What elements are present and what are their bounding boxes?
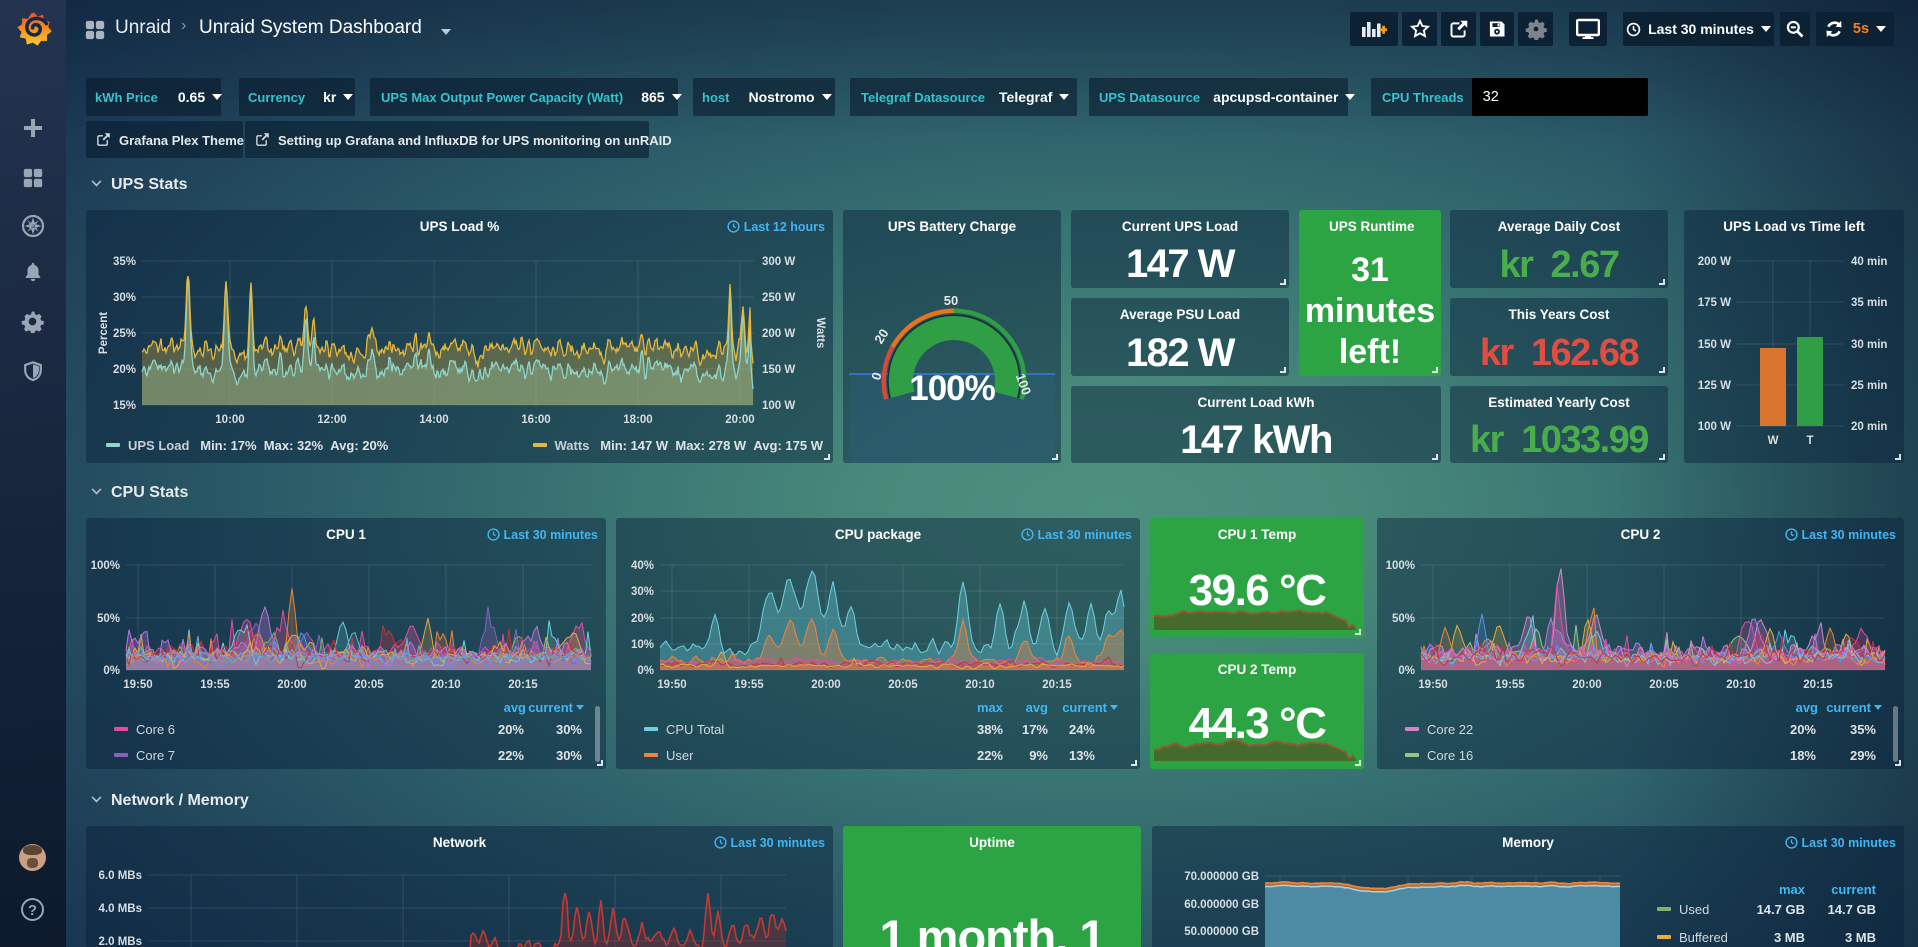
svg-text:15%: 15% — [113, 400, 136, 412]
svg-text:Watts: Watts — [814, 318, 826, 349]
svg-text:10:00: 10:00 — [215, 414, 244, 426]
svg-text:35%: 35% — [113, 256, 136, 268]
svg-text:300 W: 300 W — [762, 256, 795, 268]
svg-text:30%: 30% — [113, 292, 136, 304]
svg-text:40 min: 40 min — [1851, 256, 1887, 268]
svg-text:4.0 MBs: 4.0 MBs — [99, 903, 142, 915]
svg-text:20:15: 20:15 — [508, 679, 538, 691]
svg-text:12:00: 12:00 — [317, 414, 346, 426]
svg-text:100%: 100% — [1386, 560, 1415, 572]
svg-text:50%: 50% — [1392, 613, 1415, 625]
svg-text:10%: 10% — [631, 639, 654, 651]
svg-text:0%: 0% — [1398, 665, 1415, 677]
svg-text:20:00: 20:00 — [725, 414, 754, 426]
svg-text:35 min: 35 min — [1851, 297, 1887, 309]
svg-text:19:55: 19:55 — [200, 679, 230, 691]
svg-text:19:50: 19:50 — [1418, 679, 1447, 691]
svg-text:20:05: 20:05 — [354, 679, 384, 691]
svg-text:30%: 30% — [631, 586, 654, 598]
svg-text:200 W: 200 W — [1698, 256, 1731, 268]
svg-text:0%: 0% — [103, 665, 120, 677]
svg-text:175 W: 175 W — [1698, 297, 1731, 309]
svg-text:150 W: 150 W — [762, 364, 795, 376]
svg-text:20: 20 — [871, 326, 891, 346]
svg-text:40%: 40% — [631, 560, 654, 572]
svg-text:20:10: 20:10 — [965, 679, 994, 691]
svg-text:20:00: 20:00 — [811, 679, 840, 691]
svg-text:19:50: 19:50 — [123, 679, 152, 691]
svg-text:20%: 20% — [631, 613, 654, 625]
svg-text:W: W — [1768, 435, 1779, 447]
svg-text:2.0 MBs: 2.0 MBs — [99, 936, 142, 947]
svg-text:25%: 25% — [113, 328, 136, 340]
svg-text:20:05: 20:05 — [1649, 679, 1679, 691]
svg-text:50.000000 GB: 50.000000 GB — [1184, 926, 1259, 938]
svg-text:150 W: 150 W — [1698, 339, 1731, 351]
svg-text:50: 50 — [944, 293, 958, 308]
svg-text:6.0 MBs: 6.0 MBs — [99, 870, 142, 882]
svg-text:30 min: 30 min — [1851, 339, 1887, 351]
svg-text:20:10: 20:10 — [1726, 679, 1755, 691]
svg-text:14:00: 14:00 — [419, 414, 448, 426]
svg-text:20%: 20% — [113, 364, 136, 376]
svg-text:100 W: 100 W — [762, 400, 795, 412]
svg-text:20 min: 20 min — [1851, 421, 1887, 433]
svg-text:70.000000 GB: 70.000000 GB — [1184, 871, 1259, 883]
svg-text:19:55: 19:55 — [1495, 679, 1525, 691]
svg-text:Percent: Percent — [98, 312, 110, 354]
svg-text:125 W: 125 W — [1698, 380, 1731, 392]
svg-text:20:15: 20:15 — [1803, 679, 1833, 691]
svg-text:100 W: 100 W — [1698, 421, 1731, 433]
svg-text:20:00: 20:00 — [1572, 679, 1601, 691]
svg-text:20:05: 20:05 — [888, 679, 918, 691]
svg-text:18:00: 18:00 — [623, 414, 652, 426]
svg-text:250 W: 250 W — [762, 292, 795, 304]
svg-text:0%: 0% — [637, 665, 654, 677]
svg-text:19:50: 19:50 — [657, 679, 686, 691]
svg-text:100%: 100% — [91, 560, 120, 572]
svg-text:T: T — [1806, 435, 1813, 447]
svg-text:25 min: 25 min — [1851, 380, 1887, 392]
svg-text:20:00: 20:00 — [277, 679, 306, 691]
svg-text:200 W: 200 W — [762, 328, 795, 340]
svg-text:20:15: 20:15 — [1042, 679, 1072, 691]
svg-text:16:00: 16:00 — [521, 414, 550, 426]
svg-text:19:55: 19:55 — [734, 679, 764, 691]
svg-text:50%: 50% — [97, 613, 120, 625]
svg-text:60.000000 GB: 60.000000 GB — [1184, 899, 1259, 911]
svg-text:20:10: 20:10 — [431, 679, 460, 691]
